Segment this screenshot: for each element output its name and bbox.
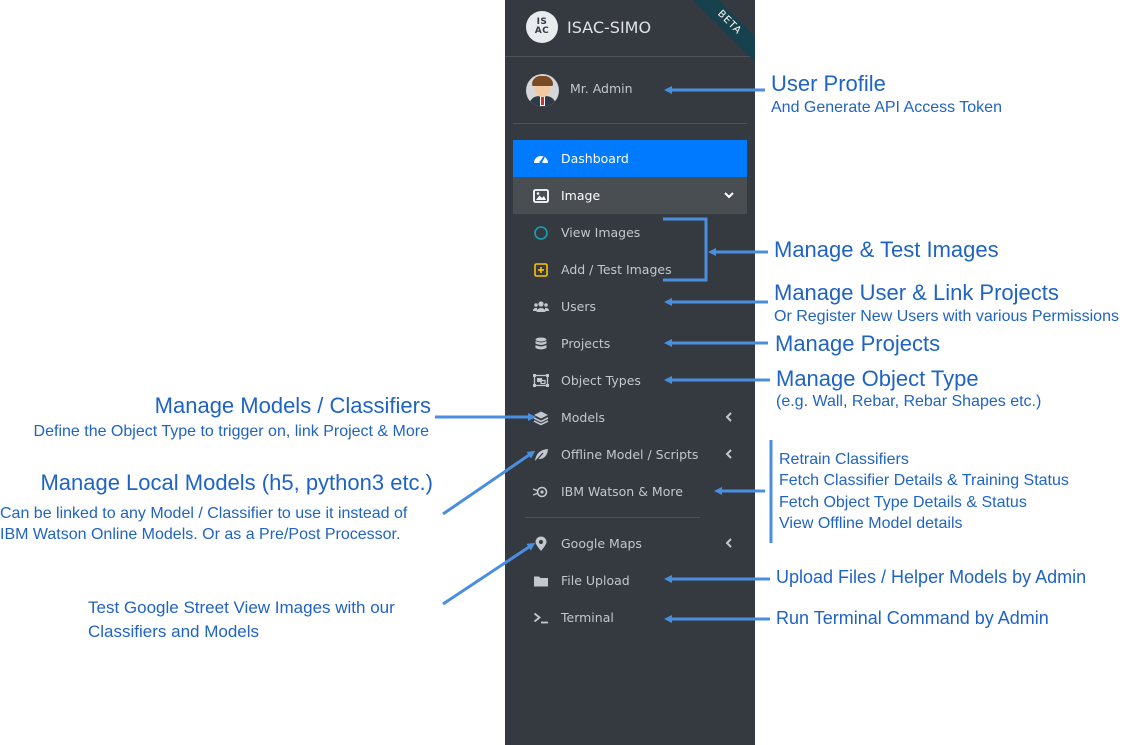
annotation-terminal-title: Run Terminal Command by Admin xyxy=(776,608,1049,628)
nav-item-google-maps[interactable]: Google Maps xyxy=(513,525,747,562)
nav-item-image[interactable]: Image xyxy=(513,177,747,214)
map-marker-icon xyxy=(535,536,547,551)
user-name[interactable]: Mr. Admin xyxy=(570,81,633,96)
database-icon xyxy=(535,337,547,350)
nav-label-google-maps: Google Maps xyxy=(561,536,642,551)
nav-item-offline-models[interactable]: Offline Model / Scripts xyxy=(513,436,747,473)
annotation-watson-line1: Retrain Classifiers xyxy=(779,451,909,468)
sidebar: IS AC ISAC-SIMO BETA Mr. Admin Dashboard … xyxy=(505,0,755,745)
chevron-down-icon xyxy=(724,192,734,199)
layers-icon xyxy=(533,411,549,426)
image-icon xyxy=(533,189,549,203)
nav-label-ibm-watson: IBM Watson & More xyxy=(561,484,683,499)
annotation-watson-line3: Fetch Object Type Details & Status xyxy=(779,494,1027,511)
annotation-maps-line1: Test Google Street View Images with our xyxy=(88,598,395,617)
object-group-icon xyxy=(533,374,549,387)
nav-item-ibm-watson[interactable]: IBM Watson & More xyxy=(513,473,747,510)
annotation-projects-title: Manage Projects xyxy=(775,331,941,356)
chevron-left-icon xyxy=(725,412,732,422)
nav-label-offline-models: Offline Model / Scripts xyxy=(561,447,699,462)
brand-logo: IS AC xyxy=(526,11,558,43)
nav-item-file-upload[interactable]: File Upload xyxy=(513,562,747,599)
annotation-object-type-title: Manage Object Type xyxy=(776,366,979,391)
nav-label-users: Users xyxy=(561,299,597,314)
annotation-upload-title: Upload Files / Helper Models by Admin xyxy=(776,567,1087,587)
brand-link[interactable]: IS AC ISAC-SIMO BETA xyxy=(505,0,755,65)
annotation-local-models-sub2: IBM Watson Online Models. Or as a Pre/Po… xyxy=(0,526,401,543)
nav-item-models[interactable]: Models xyxy=(513,399,747,436)
nav-item-add-test-images[interactable]: Add / Test Images xyxy=(513,251,747,288)
beta-ribbon: BETA xyxy=(687,0,755,65)
annotation-models-sub: Define the Object Type to trigger on, li… xyxy=(33,423,429,440)
nav-item-view-images[interactable]: View Images xyxy=(513,214,747,251)
avatar[interactable] xyxy=(526,74,559,107)
annotation-object-type-sub: (e.g. Wall, Rebar, Rebar Shapes etc.) xyxy=(776,393,1042,410)
watson-icon xyxy=(533,486,548,498)
nav-label-dashboard: Dashboard xyxy=(561,151,629,166)
tachometer-icon xyxy=(534,156,548,164)
nav-item-projects[interactable]: Projects xyxy=(513,325,747,362)
plus-square-icon xyxy=(534,263,548,277)
folder-icon xyxy=(534,576,548,587)
annotation-images-title: Manage & Test Images xyxy=(774,237,999,262)
leaf-icon xyxy=(534,449,548,463)
nav-item-dashboard[interactable]: Dashboard xyxy=(513,140,747,177)
nav-label-add-test-images: Add / Test Images xyxy=(561,262,672,277)
nav-item-users[interactable]: Users xyxy=(513,288,747,325)
nav-label-object-types: Object Types xyxy=(561,373,641,388)
annotation-users-sub: Or Register New Users with various Permi… xyxy=(774,308,1119,325)
annotation-watson-line4: View Offline Model details xyxy=(779,515,963,532)
nav-label-terminal: Terminal xyxy=(561,610,614,625)
nav-divider xyxy=(525,517,700,518)
annotation-local-models-title: Manage Local Models (h5, python3 etc.) xyxy=(40,470,433,495)
nav-label-view-images: View Images xyxy=(561,225,641,240)
nav-label-projects: Projects xyxy=(561,336,611,351)
nav-label-models: Models xyxy=(561,410,606,425)
annotation-users-title: Manage User & Link Projects xyxy=(774,280,1059,305)
annotation-user-profile-title: User Profile xyxy=(771,71,886,96)
annotation-user-profile-sub: And Generate API Access Token xyxy=(771,99,1002,116)
annotation-watson-line2: Fetch Classifier Details & Training Stat… xyxy=(779,472,1069,489)
users-icon xyxy=(533,301,549,312)
nav-label-file-upload: File Upload xyxy=(561,573,630,588)
nav-item-terminal[interactable]: Terminal xyxy=(513,599,747,636)
brand-name: ISAC-SIMO xyxy=(567,18,652,37)
chevron-left-icon xyxy=(725,538,732,548)
circle-icon xyxy=(534,226,548,240)
terminal-icon xyxy=(533,612,548,624)
annotation-local-models-sub1: Can be linked to any Model / Classifier … xyxy=(0,505,408,522)
chevron-left-icon xyxy=(725,449,732,459)
user-panel[interactable]: Mr. Admin xyxy=(513,57,747,124)
nav-item-object-types[interactable]: Object Types xyxy=(513,362,747,399)
annotation-models-title: Manage Models / Classifiers xyxy=(154,393,431,418)
annotation-maps-line2: Classifiers and Models xyxy=(88,622,260,641)
nav-label-image: Image xyxy=(561,188,601,203)
